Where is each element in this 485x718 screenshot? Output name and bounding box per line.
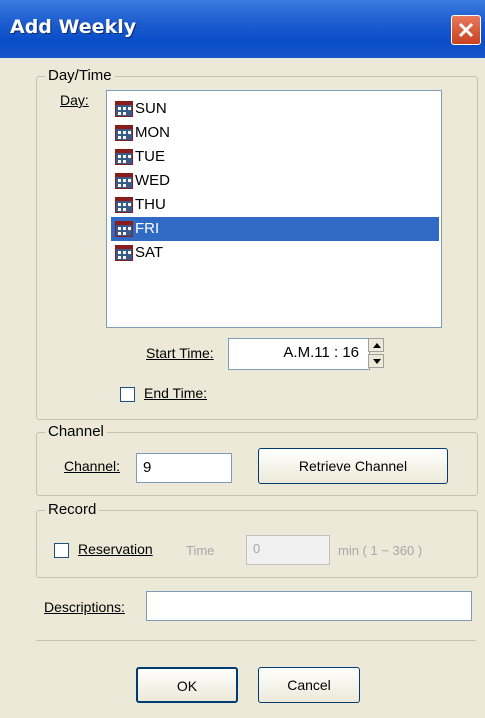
spin-down-button[interactable] <box>368 354 384 368</box>
time-label: Time <box>186 543 215 558</box>
arrow-down-icon <box>373 359 381 364</box>
day-label: Day: <box>60 92 89 108</box>
calendar-icon <box>115 149 133 165</box>
reservation-checkbox[interactable] <box>54 543 69 558</box>
window-title: Add Weekly <box>10 16 137 38</box>
record-group-label: Record <box>45 501 100 518</box>
calendar-icon <box>115 173 133 189</box>
daytime-group-label: Day/Time <box>45 67 115 84</box>
channel-label: Channel: <box>64 458 121 474</box>
channel-input[interactable]: 9 <box>136 453 232 483</box>
day-item-fri[interactable]: FRI <box>111 217 439 241</box>
calendar-icon <box>115 221 133 237</box>
end-time-label: End Time: <box>144 385 208 401</box>
day-item-thu[interactable]: THU <box>111 193 439 217</box>
day-item-label: WED <box>135 172 170 189</box>
day-item-label: SUN <box>135 100 167 117</box>
day-item-label: THU <box>135 196 166 213</box>
day-item-wed[interactable]: WED <box>111 169 439 193</box>
day-item-label: SAT <box>135 244 164 261</box>
divider <box>36 640 476 641</box>
range-label: min ( 1 ~ 360 ) <box>338 543 423 558</box>
channel-value: 9 <box>143 459 152 476</box>
ok-button[interactable]: OK <box>136 667 238 703</box>
reservation-time-input[interactable]: 0 <box>246 535 330 565</box>
day-item-sat[interactable]: SAT <box>111 241 439 265</box>
day-item-label: MON <box>135 124 170 141</box>
calendar-icon <box>115 101 133 117</box>
retrieve-channel-button[interactable]: Retrieve Channel <box>258 448 448 484</box>
start-time-spinner[interactable] <box>368 338 384 368</box>
spin-up-button[interactable] <box>368 338 384 352</box>
day-listbox[interactable]: SUN MON TUE WED THU FRI SAT <box>106 90 442 328</box>
calendar-icon <box>115 125 133 141</box>
day-item-label: TUE <box>135 148 165 165</box>
descriptions-label: Descriptions: <box>44 599 125 615</box>
calendar-icon <box>115 197 133 213</box>
reservation-time-value: 0 <box>253 541 261 556</box>
day-item-tue[interactable]: TUE <box>111 145 439 169</box>
channel-group-label: Channel <box>45 423 107 440</box>
start-time-value: A.M.11 : 16 <box>283 344 359 361</box>
day-item-mon[interactable]: MON <box>111 121 439 145</box>
calendar-icon <box>115 245 133 261</box>
descriptions-input[interactable] <box>146 591 472 621</box>
title-bar[interactable]: Add Weekly <box>0 0 485 58</box>
reservation-label: Reservation <box>78 541 153 557</box>
cancel-button[interactable]: Cancel <box>258 667 360 703</box>
close-icon <box>458 22 474 38</box>
arrow-up-icon <box>373 343 381 348</box>
day-item-sun[interactable]: SUN <box>111 97 439 121</box>
close-button[interactable] <box>451 15 481 45</box>
end-time-checkbox[interactable] <box>120 387 135 402</box>
start-time-label: Start Time: <box>146 345 214 361</box>
start-time-field[interactable]: A.M.11 : 16 <box>228 338 370 370</box>
day-item-label: FRI <box>135 220 160 237</box>
add-weekly-dialog: Add Weekly Day/Time Day: SUN MON TUE WED <box>0 0 485 718</box>
